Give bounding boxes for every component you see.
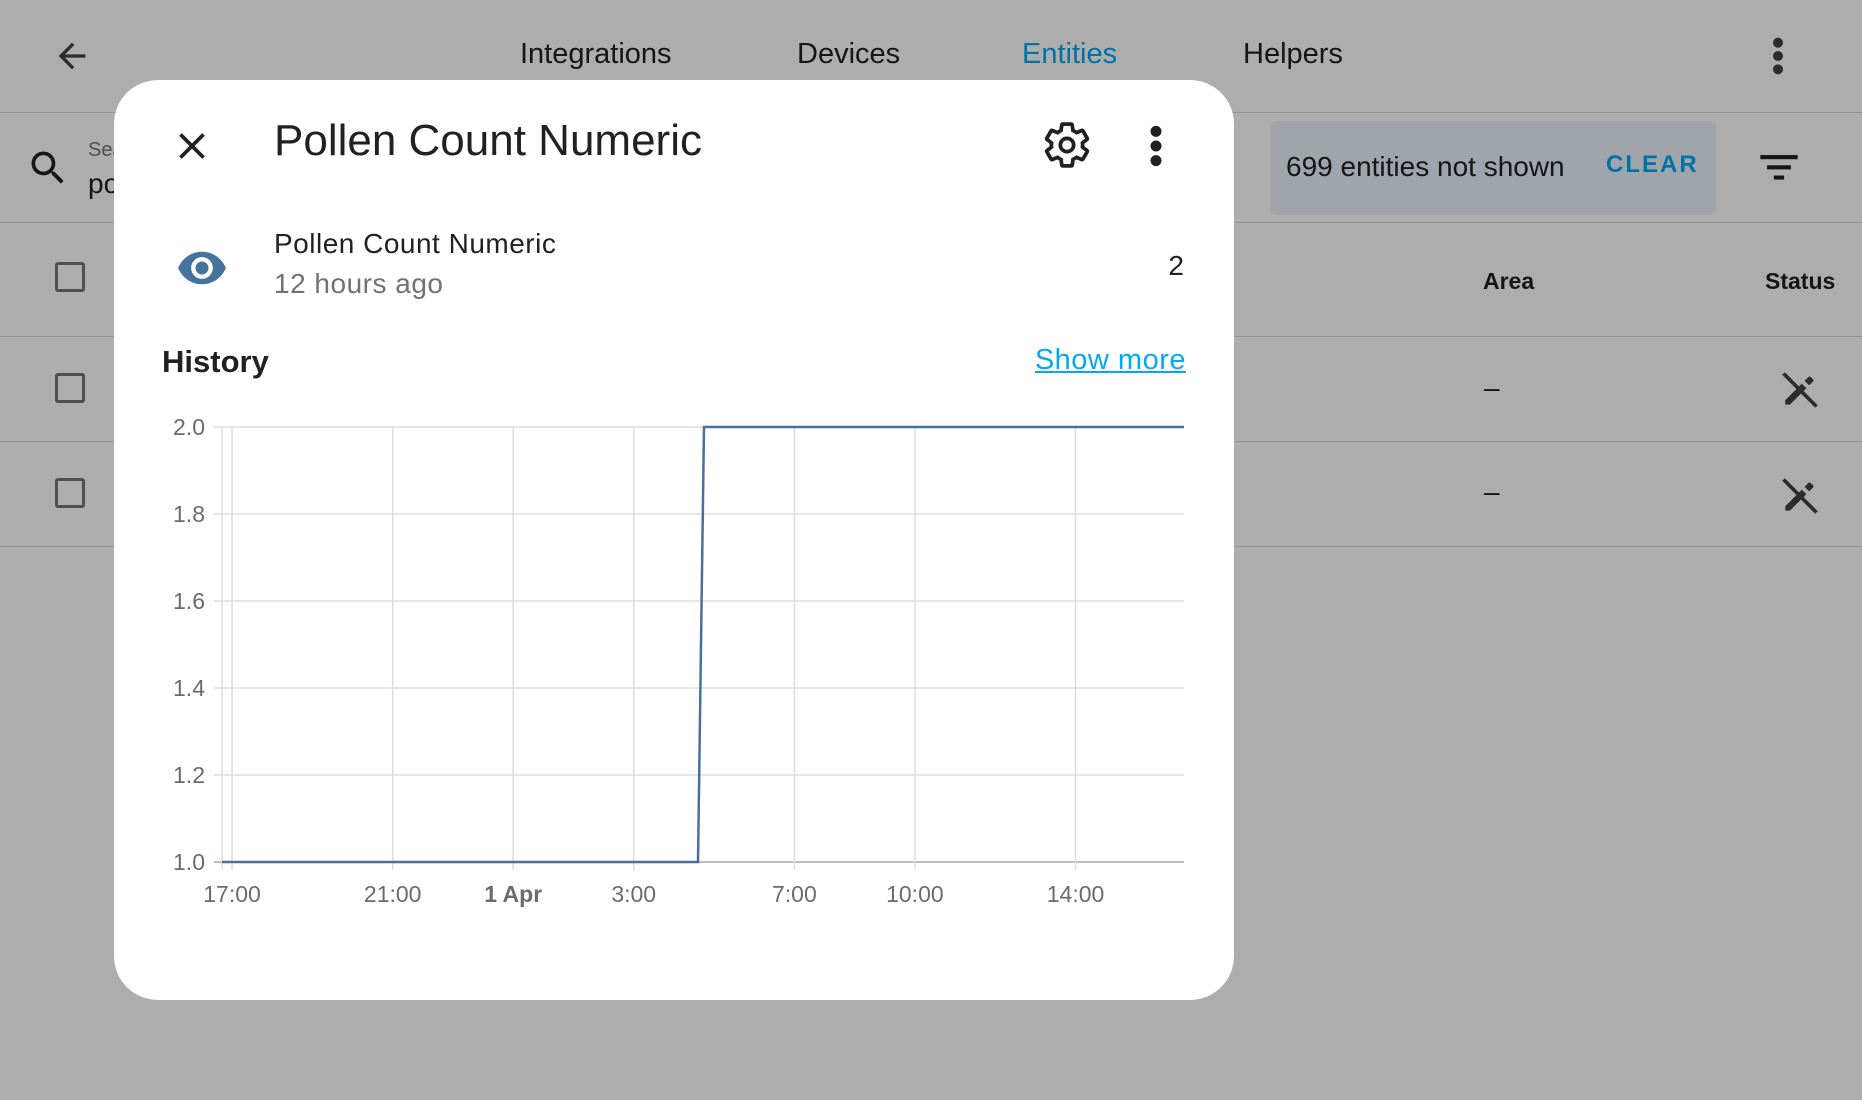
x-tick-label: 1 Apr: [484, 881, 542, 907]
x-tick-label: 21:00: [364, 881, 422, 907]
x-tick-label: 7:00: [772, 881, 817, 907]
series-line: [222, 425, 1184, 864]
y-tick-label: 1.0: [173, 849, 205, 875]
x-axis-ticks: 17:00 21:00 1 Apr 3:00 7:00 10:00 14:00: [203, 881, 1104, 907]
chart-series: [222, 425, 1184, 864]
y-axis-ticks: 2.0 1.8 1.6 1.4 1.2 1.0: [173, 414, 205, 875]
x-tick-label: 10:00: [886, 881, 944, 907]
x-tick-label: 3:00: [611, 881, 656, 907]
y-tick-label: 1.4: [173, 675, 205, 701]
more-info-dialog: Pollen Count Numeric Pollen Count Numeri…: [114, 80, 1234, 1000]
y-tick-label: 1.8: [173, 501, 205, 527]
history-chart: 2.0 1.8 1.6 1.4 1.2 1.0 17:00 21:00 1 Apr 3:00 7:…: [173, 414, 1184, 907]
x-tick-label: 14:00: [1047, 881, 1105, 907]
y-tick-label: 1.2: [173, 762, 205, 788]
y-tick-label: 1.6: [173, 588, 205, 614]
x-tick-label: 17:00: [203, 881, 261, 907]
y-tick-label: 2.0: [173, 414, 205, 440]
